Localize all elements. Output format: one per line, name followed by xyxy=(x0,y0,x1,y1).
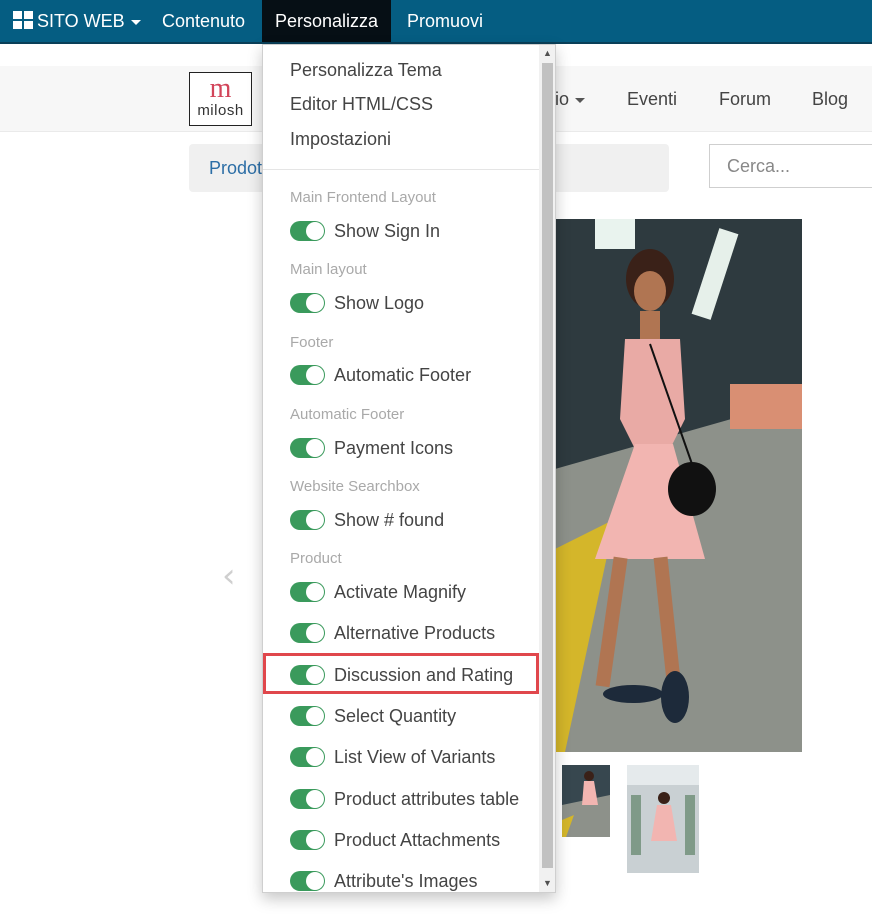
site-menu-label: SITO WEB xyxy=(37,11,125,31)
toggle-alternative-products[interactable]: Alternative Products xyxy=(290,622,495,644)
toggle-label: Show Sign In xyxy=(334,220,441,241)
toggle-product-attachments[interactable]: Product Attachments xyxy=(290,829,500,851)
toggle-switch[interactable] xyxy=(290,706,325,727)
toggle-label: Attribute's Images xyxy=(334,870,478,891)
customize-menu-button[interactable]: Personalizza xyxy=(262,0,392,42)
toggle-select-quantity[interactable]: Select Quantity xyxy=(290,705,456,727)
toggle-switch[interactable] xyxy=(290,871,325,892)
toggle-show-logo[interactable]: Show Logo xyxy=(290,292,424,314)
toggle-product-attributes-table[interactable]: Product attributes table xyxy=(290,788,519,810)
section-footer: Footer xyxy=(290,334,334,351)
search-input[interactable]: Cerca... xyxy=(709,144,872,188)
nav-item-blog[interactable]: Blog xyxy=(812,66,848,132)
toggle-switch[interactable] xyxy=(290,747,325,768)
thumbnail-illustration xyxy=(627,765,699,873)
toggle-label: Payment Icons xyxy=(334,437,454,458)
product-photo-illustration xyxy=(555,219,802,752)
toggle-label: Product attributes table xyxy=(334,788,520,809)
toggle-switch[interactable] xyxy=(290,438,325,459)
toggle-list-view-of-variants[interactable]: List View of Variants xyxy=(290,746,495,768)
breadcrumb-products-link[interactable]: Prodot xyxy=(209,158,262,178)
toggle-label: Alternative Products xyxy=(334,622,496,643)
customize-dropdown-menu: Personalizza Tema Editor HTML/CSS Impost… xyxy=(262,44,556,893)
scrollbar-thumb[interactable] xyxy=(542,63,553,868)
thumbnail-illustration xyxy=(562,765,610,837)
highlight-box xyxy=(263,653,539,694)
product-thumbnail[interactable] xyxy=(627,765,699,873)
section-main-frontend-layout: Main Frontend Layout xyxy=(290,189,436,206)
toggle-switch[interactable] xyxy=(290,830,325,851)
nav-item-forum[interactable]: Forum xyxy=(719,66,771,132)
product-thumbnail[interactable] xyxy=(562,765,610,837)
chevron-down-icon xyxy=(130,19,141,25)
toggle-label: Show Logo xyxy=(334,292,425,313)
section-automatic-footer: Automatic Footer xyxy=(290,406,405,423)
menu-item-html-css-editor[interactable]: Editor HTML/CSS xyxy=(290,94,433,115)
toggle-label: Select Quantity xyxy=(334,705,457,726)
content-menu-button[interactable]: Contenuto xyxy=(149,0,258,42)
toggle-label: Activate Magnify xyxy=(334,581,467,602)
site-logo[interactable]: m milosh xyxy=(189,72,252,126)
section-product: Product xyxy=(290,550,342,567)
toggle-payment-icons[interactable]: Payment Icons xyxy=(290,437,453,459)
toggle-switch[interactable] xyxy=(290,582,325,603)
scroll-up-icon[interactable]: ▲ xyxy=(539,48,555,58)
site-menu-button[interactable]: SITO WEB xyxy=(0,0,154,42)
scroll-down-icon[interactable]: ▼ xyxy=(539,878,555,888)
toggle-show-found[interactable]: Show # found xyxy=(290,509,444,531)
section-main-layout: Main layout xyxy=(290,261,367,278)
carousel-prev-icon[interactable]: ‹ xyxy=(222,556,236,596)
toggle-label: Automatic Footer xyxy=(334,364,472,385)
toggle-label: Show # found xyxy=(334,509,445,530)
product-main-image[interactable] xyxy=(555,219,802,752)
toggle-label: List View of Variants xyxy=(334,746,496,767)
logo-letter: m xyxy=(209,73,232,104)
nav-item-shop-label: io xyxy=(555,89,570,109)
toggle-switch[interactable] xyxy=(290,293,325,314)
admin-topbar: SITO WEB Contenuto Personalizza Promuovi xyxy=(0,0,872,44)
section-website-searchbox: Website Searchbox xyxy=(290,478,420,495)
toggle-attribute-images[interactable]: Attribute's Images xyxy=(290,870,478,892)
toggle-switch[interactable] xyxy=(290,510,325,531)
toggle-show-sign-in[interactable]: Show Sign In xyxy=(290,220,440,242)
menu-item-customize-theme[interactable]: Personalizza Tema xyxy=(290,60,442,81)
apps-grid-icon xyxy=(13,11,33,29)
toggle-switch[interactable] xyxy=(290,623,325,644)
chevron-down-icon xyxy=(575,97,586,103)
toggle-switch[interactable] xyxy=(290,221,325,242)
nav-item-events[interactable]: Eventi xyxy=(627,66,677,132)
menu-divider xyxy=(263,169,539,170)
promote-menu-button[interactable]: Promuovi xyxy=(394,0,496,42)
toggle-switch[interactable] xyxy=(290,365,325,386)
dropdown-scrollbar[interactable]: ▲ ▼ xyxy=(539,45,555,892)
toggle-label: Product Attachments xyxy=(334,829,501,850)
toggle-activate-magnify[interactable]: Activate Magnify xyxy=(290,581,466,603)
nav-item-shop[interactable]: io xyxy=(555,66,586,132)
logo-text: milosh xyxy=(197,102,244,119)
toggle-switch[interactable] xyxy=(290,789,325,810)
menu-item-settings[interactable]: Impostazioni xyxy=(290,129,391,150)
toggle-automatic-footer[interactable]: Automatic Footer xyxy=(290,364,471,386)
